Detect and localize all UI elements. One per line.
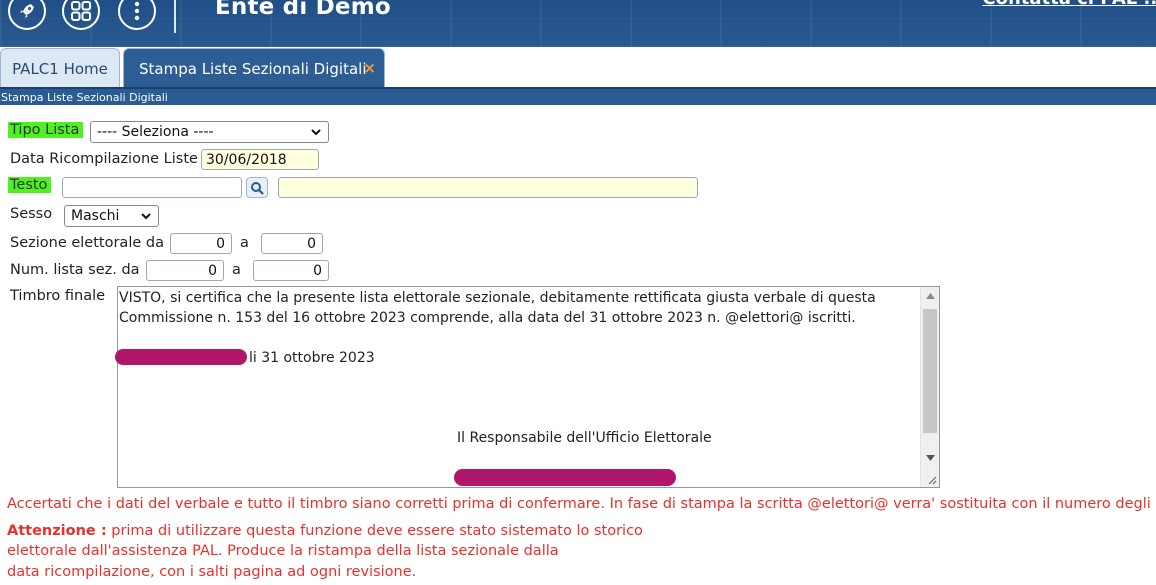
textarea-scrollbar[interactable] [920,287,939,487]
redaction-mark [115,349,247,365]
more-vertical-icon [134,1,140,21]
timbro-line-1: VISTO, si certifica che la presente list… [119,290,876,306]
entity-title: Ente di Demo [215,0,391,20]
header-divider [174,0,176,33]
sezione-to-label: a [240,235,249,251]
timbro-line-2: Commissione n. 153 del 16 ottobre 2023 c… [119,310,856,326]
num-lista-label: Num. lista sez. da [10,262,140,278]
tab-bar: PALC1 Home Stampa Liste Sezionali Digita… [0,47,1156,89]
chevron-down-icon [141,213,151,220]
testo-search-button[interactable] [246,177,268,198]
sezione-to-input[interactable]: 0 [261,233,323,254]
rocket-icon [20,4,34,18]
breadcrumb: Stampa Liste Sezionali Digitali [0,87,1156,105]
tab-stampa-liste[interactable]: Stampa Liste Sezionali Digitali × [123,48,385,88]
tipo-lista-select[interactable]: ---- Seleziona ---- [90,121,329,143]
tab-palc1-home[interactable]: PALC1 Home [0,48,120,88]
scroll-down-arrow[interactable] [921,449,940,467]
num-lista-to-input[interactable]: 0 [253,260,329,281]
testo-label-text: Testo [8,177,52,193]
timbro-line-3: li 31 ottobre 2023 [249,350,375,366]
attention-label: Attenzione : [7,523,107,539]
caret-down-icon [926,455,935,461]
attention-note-line-2: elettorale dall'assistenza PAL. Produce … [7,543,559,559]
contact-link[interactable]: Contatta ci PAL ... [982,0,1156,9]
attention-text-1: prima di utilizzare questa funzione deve… [106,523,643,539]
data-ricompilazione-label: Data Ricompilazione Liste [10,151,198,167]
sesso-selected: Maschi [71,208,120,224]
timbro-finale-textarea[interactable]: VISTO, si certifica che la presente list… [115,286,940,488]
scroll-up-arrow[interactable] [921,287,940,305]
attention-note-line-1: Attenzione : prima di utilizzare questa … [7,523,643,539]
close-tab-icon[interactable]: × [363,59,376,77]
resize-handle-icon[interactable] [927,475,937,485]
num-lista-from-input[interactable]: 0 [146,260,224,281]
caret-up-icon [926,293,935,299]
sesso-label: Sesso [10,206,53,222]
confirm-note: Accertati che i dati del verbale e tutto… [7,496,1156,512]
timbro-line-4: Il Responsabile dell'Ufficio Elettorale [457,430,712,446]
attention-note-line-3: data ricompilazione, con i salti pagina … [7,564,417,580]
search-icon [251,181,264,195]
scrollbar-thumb[interactable] [923,309,937,433]
tipo-lista-label: Tipo Lista [8,122,84,138]
num-lista-to-label: a [232,262,241,278]
sesso-select[interactable]: Maschi [64,205,159,227]
app-header: Ente di Demo Contatta ci PAL ... [0,0,1156,47]
timbro-finale-label: Timbro finale [10,288,106,304]
sezione-label: Sezione elettorale da [10,235,164,251]
tab-label: Stampa Liste Sezionali Digitali [139,59,367,78]
testo-label: Testo [8,177,52,193]
data-ricompilazione-input[interactable]: 30/06/2018 [201,149,319,170]
tab-label: PALC1 Home [12,59,108,78]
testo-description-input[interactable] [278,177,698,198]
redaction-mark [454,469,676,486]
testo-code-input[interactable] [62,177,242,198]
tipo-lista-label-text: Tipo Lista [8,122,84,138]
sezione-from-input[interactable]: 0 [170,233,232,254]
chevron-down-icon [311,129,321,136]
tipo-lista-selected: ---- Seleziona ---- [97,124,214,140]
grid-icon [71,1,91,21]
